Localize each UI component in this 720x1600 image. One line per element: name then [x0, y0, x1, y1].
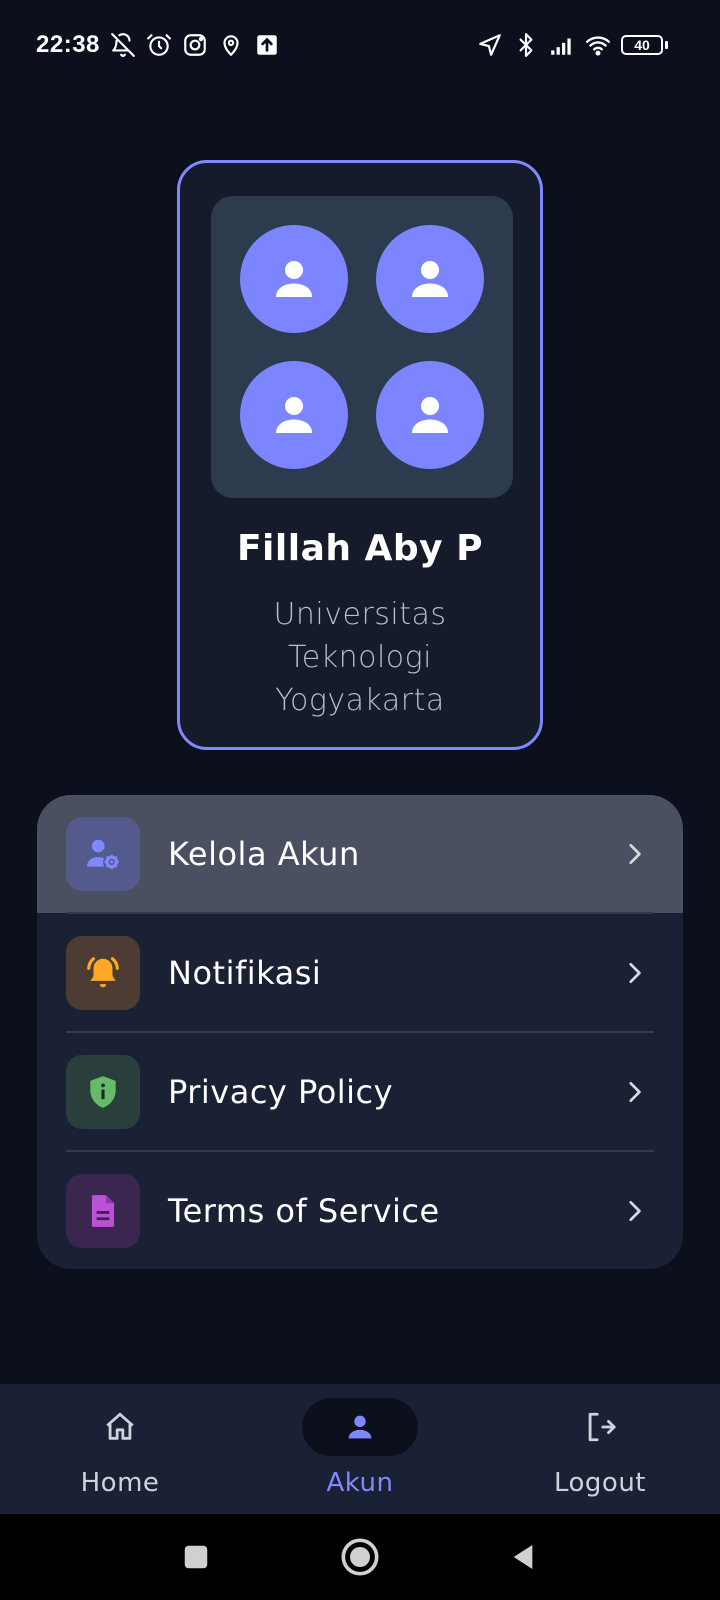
home-icon	[106, 1412, 134, 1440]
chevron-right-icon	[629, 843, 641, 865]
bluetooth-icon	[513, 32, 539, 58]
user-gear-icon	[66, 817, 140, 891]
chevron-right-icon	[629, 962, 641, 984]
avatar-grid	[211, 196, 513, 498]
menu-label: Terms of Service	[168, 1192, 440, 1230]
menu-item-kelola-akun[interactable]: Kelola Akun	[37, 795, 683, 913]
location-pin-icon	[218, 32, 244, 58]
profile-name: Fillah Aby P	[236, 528, 484, 569]
battery-icon: 40	[621, 35, 668, 55]
status-bar: 22:38 40	[0, 0, 720, 90]
alarm-icon	[146, 32, 172, 58]
nav-item-akun[interactable]: Akun	[240, 1384, 480, 1514]
nav-label: Akun	[326, 1468, 394, 1498]
signal-icon	[549, 32, 575, 58]
battery-tip	[665, 41, 668, 49]
logout-icon	[588, 1412, 616, 1442]
bell-off-icon	[110, 32, 136, 58]
chevron-right-icon	[629, 1200, 641, 1222]
menu-label: Notifikasi	[168, 954, 322, 992]
menu-label: Privacy Policy	[168, 1073, 394, 1111]
menu-item-notifikasi[interactable]: Notifikasi	[37, 914, 683, 1032]
person-icon	[276, 261, 312, 297]
back-icon[interactable]	[502, 1536, 544, 1578]
avatar	[376, 361, 484, 469]
recents-icon[interactable]	[175, 1536, 217, 1578]
person-icon	[412, 397, 448, 433]
profile-university: Universitas Teknologi Yogyakarta	[273, 597, 447, 718]
status-time: 22:38	[36, 31, 100, 58]
person-icon	[276, 397, 312, 433]
nav-label: Home	[80, 1468, 160, 1498]
instagram-icon	[182, 32, 208, 58]
avatar	[376, 225, 484, 333]
shield-info-icon	[66, 1055, 140, 1129]
account-screen: 22:38 40 Fillah Aby P Universitas Teknol…	[0, 0, 720, 1600]
nav-label: Logout	[553, 1468, 647, 1498]
document-icon	[66, 1174, 140, 1248]
status-right: 40	[477, 32, 668, 58]
nav-item-home[interactable]: Home	[0, 1384, 240, 1514]
system-nav-bar	[0, 1514, 720, 1600]
person-icon	[348, 1415, 372, 1439]
navigation-icon	[477, 32, 503, 58]
avatar	[240, 225, 348, 333]
person-icon	[412, 261, 448, 297]
nav-item-logout[interactable]: Logout	[480, 1384, 720, 1514]
wifi-icon	[585, 32, 611, 58]
avatar	[240, 361, 348, 469]
menu-item-terms-of-service[interactable]: Terms of Service	[37, 1152, 683, 1269]
menu-label: Kelola Akun	[168, 835, 360, 873]
bell-ring-icon	[66, 936, 140, 1010]
profile-card: Fillah Aby P Universitas Teknologi Yogya…	[177, 160, 543, 750]
settings-menu: Kelola Akun Notifikasi Privacy Policy Te…	[37, 795, 683, 1269]
status-left: 22:38	[36, 31, 280, 59]
home-circle-icon[interactable]	[339, 1536, 381, 1578]
battery-level: 40	[621, 35, 663, 55]
bottom-nav: Home Akun Logout	[0, 1384, 720, 1514]
chevron-right-icon	[629, 1081, 641, 1103]
upload-icon	[254, 32, 280, 58]
menu-item-privacy-policy[interactable]: Privacy Policy	[37, 1033, 683, 1151]
